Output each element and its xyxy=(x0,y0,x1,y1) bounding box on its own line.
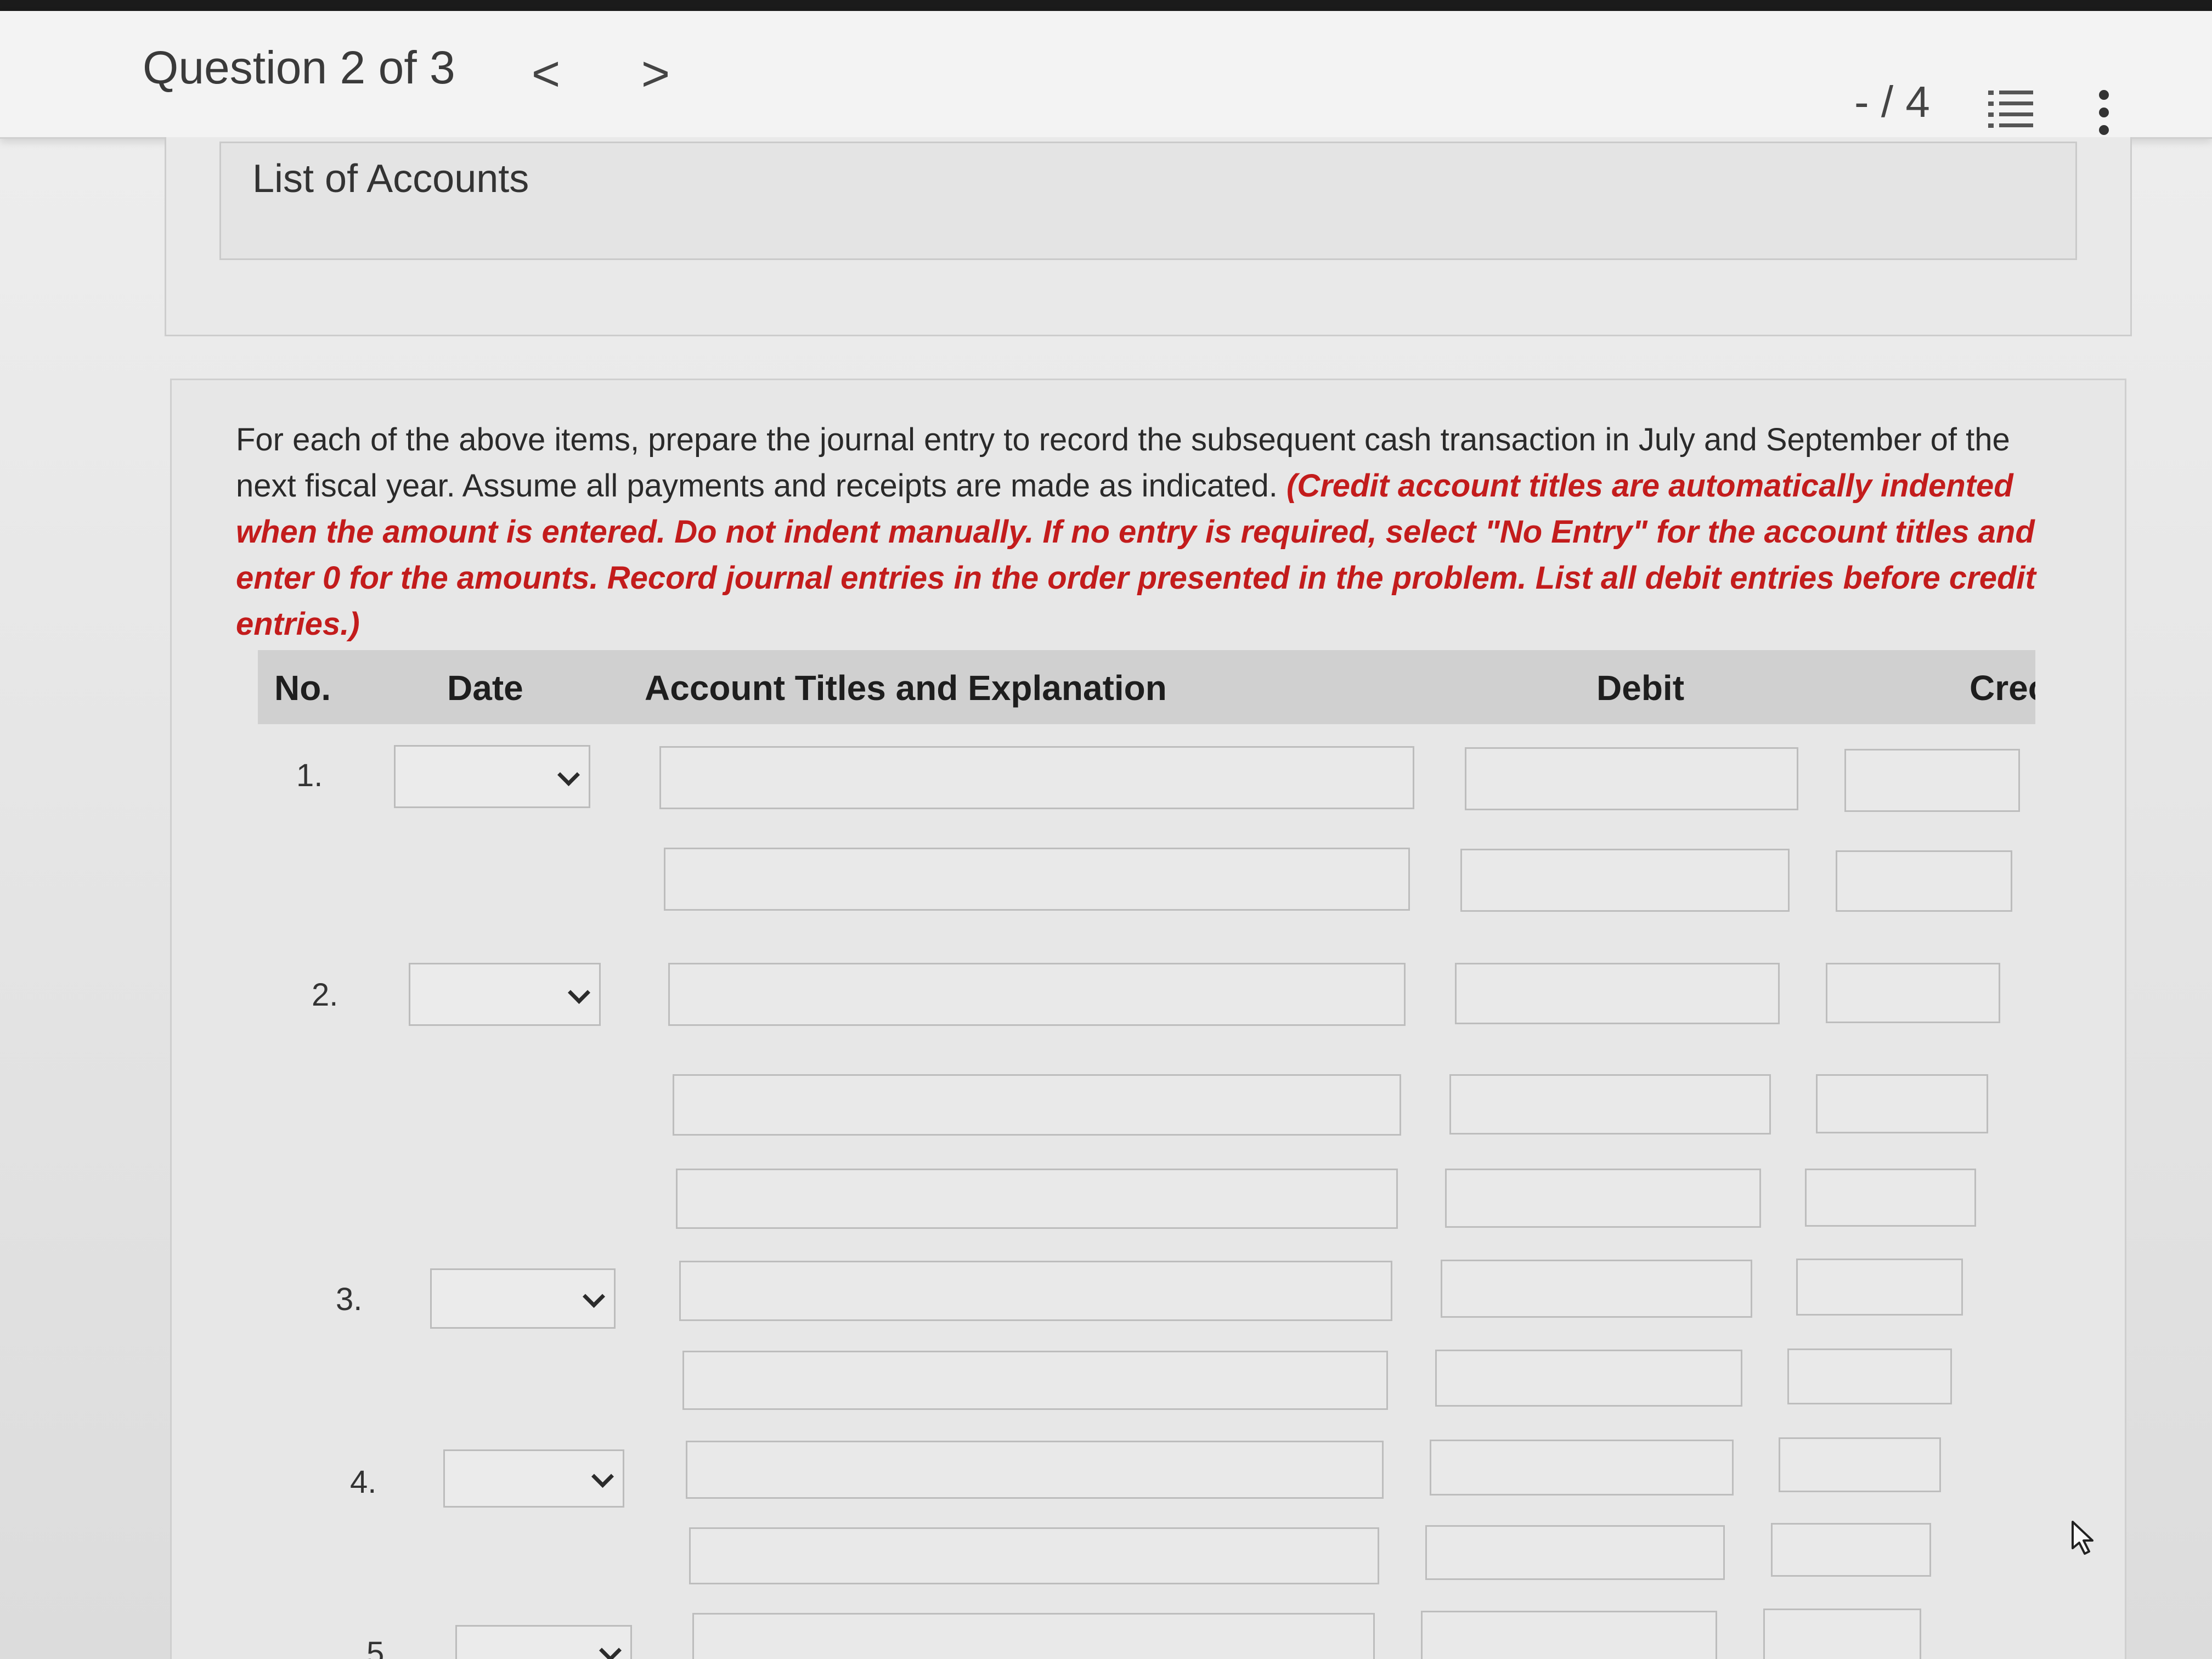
next-question-button[interactable]: > xyxy=(631,44,680,104)
column-header-account: Account Titles and Explanation xyxy=(645,668,1167,708)
date-select[interactable] xyxy=(394,745,590,808)
debit-input[interactable] xyxy=(1465,747,1798,810)
account-title-input[interactable] xyxy=(664,848,1410,911)
entry-number: 5 xyxy=(366,1635,385,1659)
debit-input[interactable] xyxy=(1421,1611,1717,1659)
credit-input[interactable] xyxy=(1805,1169,1976,1227)
chevron-down-icon xyxy=(557,763,580,786)
entry-number: 2. xyxy=(312,977,338,1013)
screen: Question 2 of 3 < > - / 4 List of Accoun… xyxy=(0,0,2212,1659)
date-select[interactable] xyxy=(430,1268,616,1329)
score-display: - / 4 xyxy=(1854,77,1930,126)
account-title-input[interactable] xyxy=(668,963,1406,1026)
entry-number: 3. xyxy=(336,1282,363,1317)
account-title-input[interactable] xyxy=(676,1169,1398,1229)
chevron-left-icon: < xyxy=(531,47,561,101)
credit-input[interactable] xyxy=(1826,963,2000,1023)
credit-input[interactable] xyxy=(1836,850,2012,912)
debit-input[interactable] xyxy=(1460,849,1790,912)
debit-input[interactable] xyxy=(1441,1260,1752,1318)
credit-input[interactable] xyxy=(1763,1609,1921,1659)
list-icon[interactable] xyxy=(1986,85,2035,134)
chevron-down-icon xyxy=(591,1465,614,1488)
account-title-input[interactable] xyxy=(659,746,1414,809)
account-title-input[interactable] xyxy=(673,1074,1401,1136)
more-vertical-icon[interactable] xyxy=(2085,85,2123,140)
account-title-input[interactable] xyxy=(686,1441,1384,1499)
debit-input[interactable] xyxy=(1449,1074,1771,1135)
date-select[interactable] xyxy=(455,1625,632,1659)
question-header: Question 2 of 3 < > - / 4 xyxy=(0,11,2212,139)
debit-input[interactable] xyxy=(1455,963,1780,1024)
credit-input[interactable] xyxy=(1816,1074,1988,1133)
debit-input[interactable] xyxy=(1445,1169,1761,1228)
credit-input[interactable] xyxy=(1779,1437,1941,1492)
question-label: Question 2 of 3 xyxy=(143,42,455,93)
debit-input[interactable] xyxy=(1425,1525,1725,1580)
column-header-credit: Crec xyxy=(1970,668,2035,708)
credit-input[interactable] xyxy=(1844,749,2020,812)
entry-number: 1. xyxy=(296,758,323,793)
entry-number: 4. xyxy=(350,1464,377,1500)
date-select[interactable] xyxy=(443,1449,624,1508)
chevron-down-icon xyxy=(582,1285,606,1308)
date-select[interactable] xyxy=(409,963,601,1026)
account-title-input[interactable] xyxy=(692,1613,1375,1659)
column-header-no: No. xyxy=(274,668,331,708)
list-of-accounts-title: List of Accounts xyxy=(252,157,529,201)
column-header-debit: Debit xyxy=(1596,668,1684,708)
instructions: For each of the above items, prepare the… xyxy=(236,417,2057,647)
credit-input[interactable] xyxy=(1787,1348,1952,1404)
account-title-input[interactable] xyxy=(689,1527,1379,1584)
debit-input[interactable] xyxy=(1430,1440,1734,1496)
chevron-down-icon xyxy=(599,1639,622,1659)
column-header-date: Date xyxy=(447,668,523,708)
credit-input[interactable] xyxy=(1796,1259,1963,1316)
chevron-down-icon xyxy=(567,981,591,1004)
account-title-input[interactable] xyxy=(679,1261,1392,1321)
credit-input[interactable] xyxy=(1771,1523,1931,1577)
top-band xyxy=(0,0,2212,11)
journal-table-header: No. Date Account Titles and Explanation … xyxy=(258,650,2035,724)
mouse-pointer-icon xyxy=(2068,1520,2101,1558)
previous-question-button[interactable]: < xyxy=(521,44,571,104)
debit-input[interactable] xyxy=(1435,1350,1742,1407)
chevron-right-icon: > xyxy=(641,47,670,101)
account-title-input[interactable] xyxy=(682,1351,1388,1410)
